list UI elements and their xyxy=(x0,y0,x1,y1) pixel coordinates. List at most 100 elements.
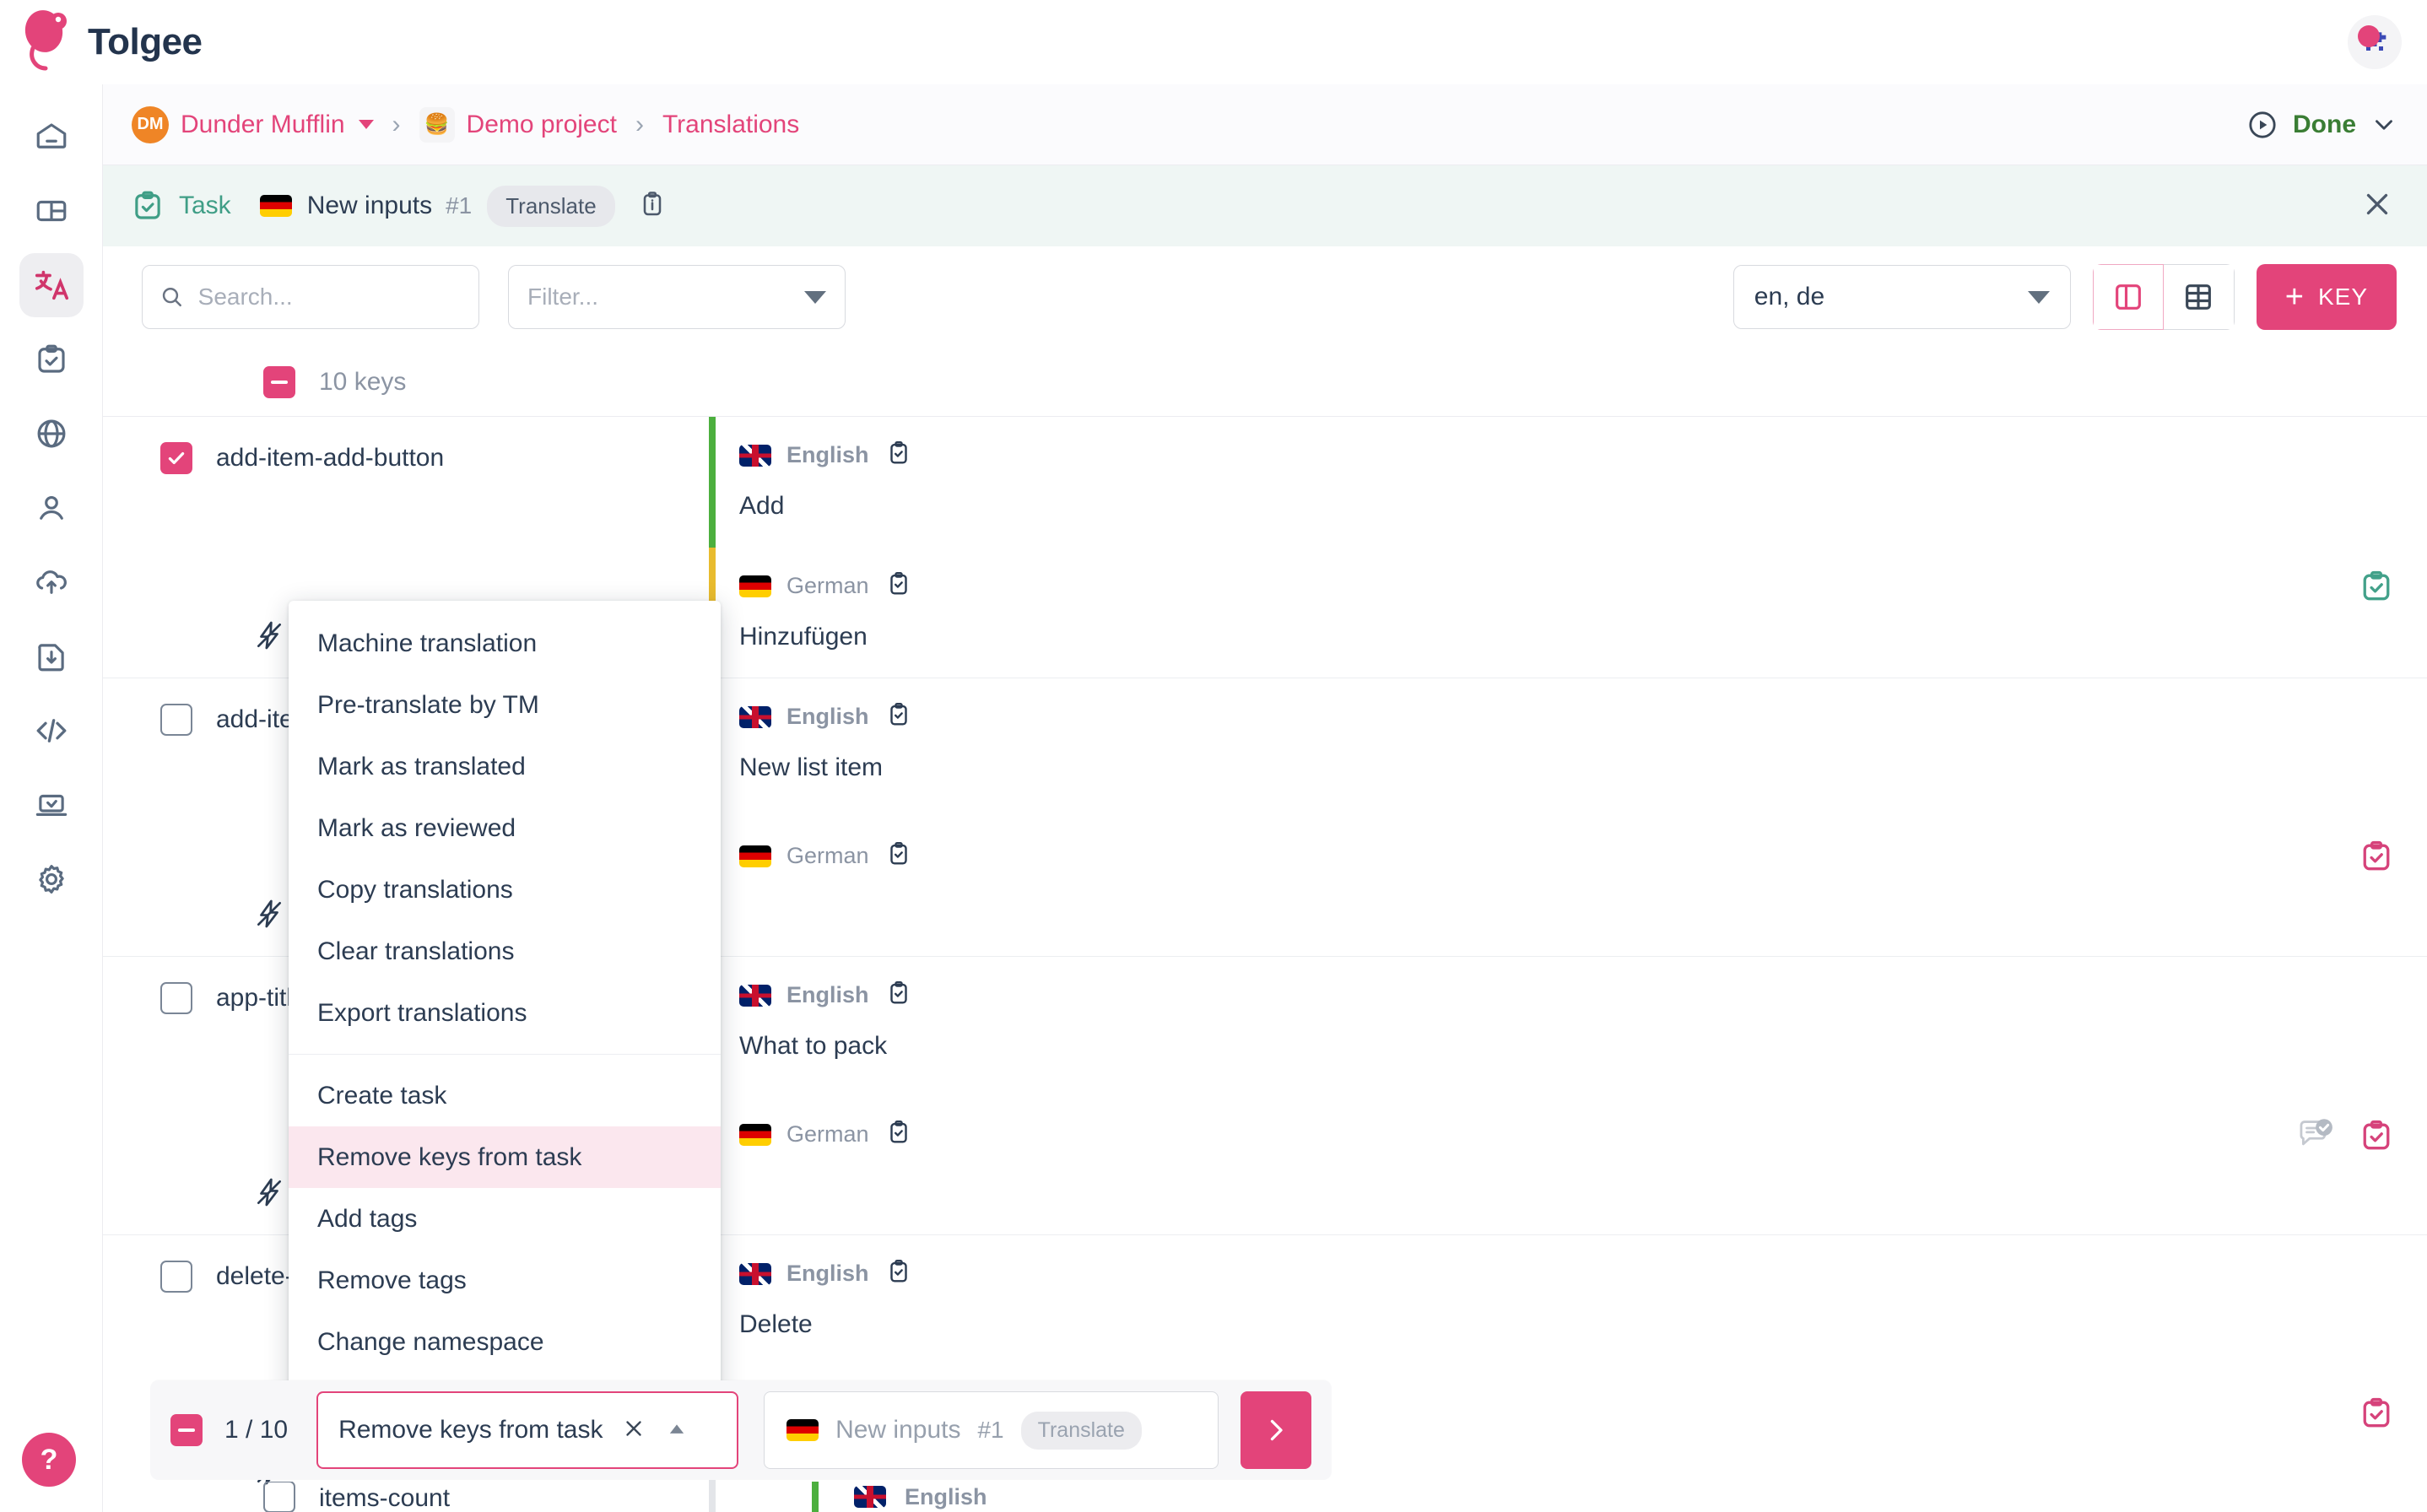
task-banner: Task New inputs #1 Translate xyxy=(103,165,2427,246)
sidebar-item-settings[interactable] xyxy=(19,847,84,911)
search-input[interactable] xyxy=(197,284,462,310)
row-task-icon[interactable] xyxy=(2358,1117,2395,1158)
menu-item[interactable]: Add tags xyxy=(289,1188,721,1250)
cell-task-icon[interactable] xyxy=(884,700,913,733)
project-name: Demo project xyxy=(466,110,617,138)
menu-item[interactable]: Machine translation xyxy=(289,613,721,674)
sidebar-item-translations[interactable] xyxy=(19,253,84,317)
row-task-icon[interactable] xyxy=(2358,838,2395,879)
sidebar-item-members[interactable] xyxy=(19,476,84,540)
languages-select[interactable]: en, de xyxy=(1732,265,2071,329)
bulk-action-select[interactable]: Remove keys from task xyxy=(316,1391,739,1469)
cell-task-icon[interactable] xyxy=(884,979,913,1012)
translation-block[interactable]: German xyxy=(716,1096,2427,1235)
apply-action-button[interactable] xyxy=(1241,1391,1311,1469)
sidebar-item-home[interactable] xyxy=(19,105,84,169)
translation-block[interactable]: English Delete xyxy=(716,1235,2427,1374)
cell-task-icon[interactable] xyxy=(884,1118,913,1151)
menu-item[interactable]: Mark as translated xyxy=(289,736,721,797)
cell-task-icon[interactable] xyxy=(884,1257,913,1290)
languages-value: en, de xyxy=(1754,283,1825,310)
row-task-icon[interactable] xyxy=(2358,1395,2395,1436)
breadcrumb-organization[interactable]: DM Dunder Mufflin xyxy=(132,105,374,143)
sidebar-item-tasks[interactable] xyxy=(19,327,84,392)
menu-item[interactable]: Remove keys from task xyxy=(289,1126,721,1188)
breadcrumb-separator-2: › xyxy=(635,110,644,138)
task-info-button[interactable] xyxy=(637,189,668,224)
translation-value[interactable]: Delete xyxy=(739,1310,2427,1339)
done-label: Done xyxy=(2293,110,2356,138)
notification-dot xyxy=(2358,25,2380,47)
task-name[interactable]: New inputs xyxy=(307,192,432,220)
sidebar-item-import[interactable] xyxy=(19,550,84,614)
menu-item[interactable]: Export translations xyxy=(289,982,721,1044)
help-button[interactable]: ? xyxy=(22,1433,76,1487)
check-icon xyxy=(168,451,185,465)
translation-block[interactable]: German Hinzufügen xyxy=(716,548,2427,678)
plus-icon: + xyxy=(2284,278,2305,315)
menu-item[interactable]: Clear translations xyxy=(289,921,721,982)
row-checkbox[interactable] xyxy=(160,704,192,736)
uk-flag-icon xyxy=(739,444,771,467)
sidebar-item-integrate[interactable] xyxy=(19,773,84,837)
row-task-icon[interactable] xyxy=(2358,568,2395,609)
sidebar-item-dashboard[interactable] xyxy=(19,179,84,243)
auto-translate-off-icon[interactable] xyxy=(253,1176,285,1212)
clear-action-button[interactable] xyxy=(621,1416,646,1445)
code-icon xyxy=(36,719,66,742)
uk-flag-icon xyxy=(739,1262,771,1285)
row-indicators xyxy=(2297,1116,2395,1159)
translation-value[interactable]: Hinzufügen xyxy=(739,623,2427,651)
row-checkbox[interactable] xyxy=(263,1482,295,1512)
view-list-button[interactable] xyxy=(2092,264,2164,330)
page-title[interactable]: Translations xyxy=(662,111,799,139)
translation-value[interactable]: What to pack xyxy=(739,1032,2427,1061)
translation-block[interactable]: English New list item xyxy=(716,678,2427,818)
menu-item[interactable]: Copy translations xyxy=(289,859,721,921)
translation-value[interactable]: Add xyxy=(739,492,2427,521)
cell-task-icon[interactable] xyxy=(884,439,913,472)
row-checkbox[interactable] xyxy=(160,442,192,474)
auto-translate-off-icon[interactable] xyxy=(253,619,285,656)
brand-logo[interactable]: Tolgee xyxy=(19,9,203,75)
row-indicators xyxy=(2358,568,2395,609)
close-task-banner-button[interactable] xyxy=(2359,186,2395,226)
search-box[interactable] xyxy=(142,265,479,329)
avatar[interactable] xyxy=(2348,15,2402,69)
translation-block[interactable]: German xyxy=(716,818,2427,957)
menu-item[interactable]: Change namespace xyxy=(289,1311,721,1373)
row-checkbox[interactable] xyxy=(160,1261,192,1293)
german-flag-icon xyxy=(786,1419,819,1441)
task-state-button[interactable]: Done xyxy=(2246,108,2398,142)
bulk-task-chip: Translate xyxy=(1020,1411,1142,1450)
translation-block[interactable]: English What to pack xyxy=(716,957,2427,1096)
filter-select[interactable]: Filter... xyxy=(508,265,846,329)
bulk-task-select[interactable]: New inputs #1 Translate xyxy=(764,1391,1219,1469)
menu-item[interactable]: Pre-translate by TM xyxy=(289,674,721,736)
language-name: English xyxy=(786,982,869,1007)
breadcrumb-project[interactable]: 🍔 Demo project xyxy=(419,106,617,143)
row-checkbox[interactable] xyxy=(160,982,192,1014)
translation-block[interactable]: English Add xyxy=(716,417,2427,548)
sidebar-item-export[interactable] xyxy=(19,624,84,688)
menu-item[interactable]: Create task xyxy=(289,1065,721,1126)
home-icon xyxy=(36,123,66,148)
add-key-label: KEY xyxy=(2317,284,2368,310)
cell-task-icon[interactable] xyxy=(884,840,913,872)
select-all-checkbox[interactable] xyxy=(263,365,295,398)
sidebar-item-languages[interactable] xyxy=(19,402,84,466)
menu-item[interactable]: Mark as reviewed xyxy=(289,797,721,859)
bulk-select-checkbox[interactable] xyxy=(170,1414,203,1446)
comment-resolved-icon[interactable] xyxy=(2297,1116,2336,1159)
auto-translate-off-icon[interactable] xyxy=(253,898,285,934)
sidebar-item-developer[interactable] xyxy=(19,699,84,763)
clipboard-check-icon xyxy=(135,191,160,219)
cell-task-icon[interactable] xyxy=(884,570,913,602)
translations-icon xyxy=(35,270,68,300)
add-key-button[interactable]: + KEY xyxy=(2256,264,2397,330)
translation-value[interactable]: New list item xyxy=(739,753,2427,782)
menu-item[interactable]: Remove tags xyxy=(289,1250,721,1311)
toggle-menu-button[interactable] xyxy=(665,1417,689,1444)
bulk-action-value: Remove keys from task xyxy=(338,1416,603,1444)
view-table-button[interactable] xyxy=(2163,264,2235,330)
